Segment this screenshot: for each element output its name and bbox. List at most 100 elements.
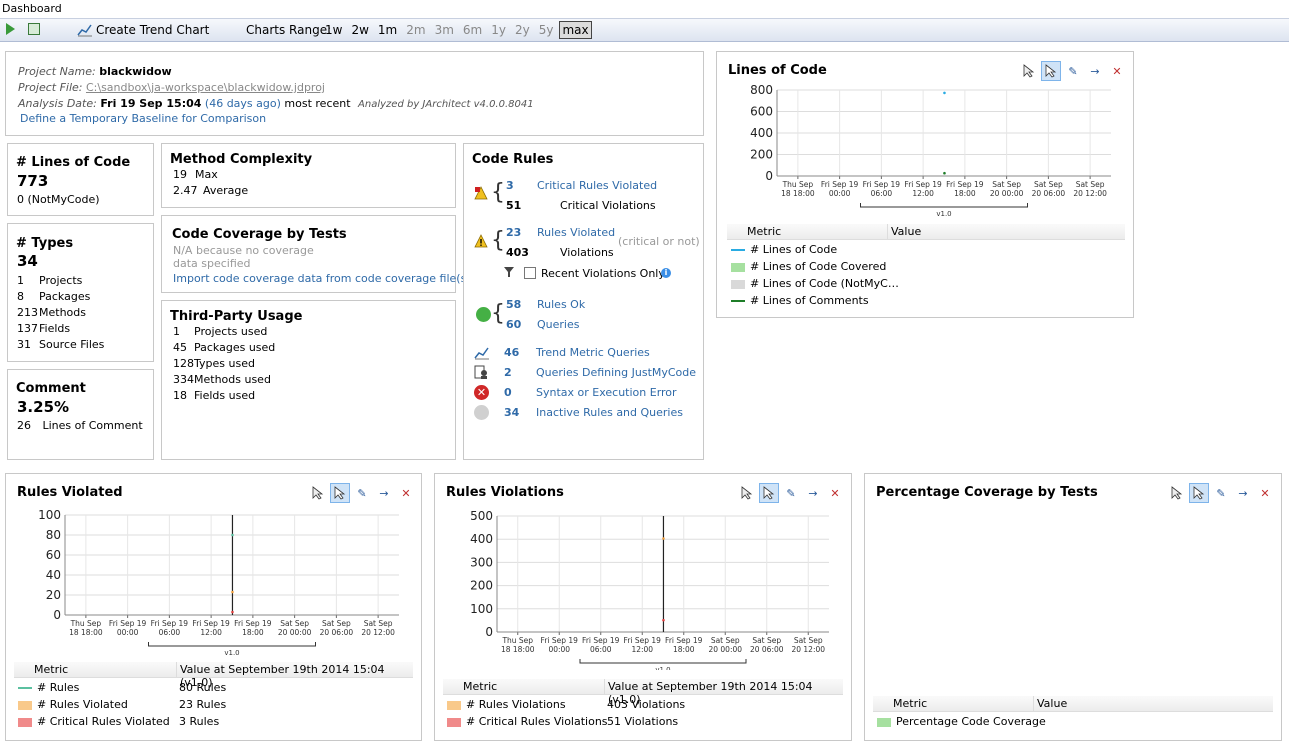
edit-icon[interactable]: ✎ — [352, 483, 372, 503]
range-button-1y[interactable]: 1y — [488, 21, 509, 39]
select-icon[interactable] — [330, 483, 350, 503]
range-button-max[interactable]: max — [559, 21, 592, 39]
arrow-right-icon[interactable]: → — [1233, 483, 1253, 503]
third-party-item-count: 334 — [173, 373, 194, 386]
method-complexity-title: Method Complexity — [170, 152, 313, 167]
edit-icon[interactable]: ✎ — [1063, 61, 1083, 81]
legend-value: 3 Rules — [179, 715, 220, 728]
range-button-1w[interactable]: 1w — [322, 21, 345, 39]
arrow-right-icon[interactable]: → — [1085, 61, 1105, 81]
inactive-link[interactable]: Inactive Rules and Queries — [536, 406, 683, 419]
pointer-icon[interactable] — [308, 483, 328, 503]
legend-name: Percentage Code Coverage — [896, 715, 1046, 728]
queries-count[interactable]: 60 — [506, 318, 521, 331]
play-icon[interactable] — [6, 23, 15, 35]
select-icon[interactable] — [759, 483, 779, 503]
x-tick-label-1: Fri Sep 19 — [904, 180, 942, 189]
x-tick-label-1: Fri Sep 19 — [234, 619, 272, 628]
analysis-date: Fri 19 Sep 15:04 — [100, 97, 202, 110]
types-list-item: 1 Projects — [17, 274, 104, 290]
rules-violated-link[interactable]: Rules Violated — [537, 226, 615, 239]
legend-header: Metric Value — [873, 696, 1273, 712]
select-icon[interactable] — [1041, 61, 1061, 81]
pointer-icon[interactable] — [737, 483, 757, 503]
arrow-right-icon[interactable]: → — [374, 483, 394, 503]
legend-swatch — [18, 717, 32, 727]
range-button-1m[interactable]: 1m — [375, 21, 400, 39]
recent-violations-checkbox[interactable] — [524, 267, 536, 279]
types-title: # Types — [16, 236, 74, 251]
critical-rules-count[interactable]: 3 — [506, 179, 514, 192]
third-party-panel: Third-Party Usage 1 Projects used 45 Packag… — [161, 300, 456, 460]
legend-name: # Rules — [37, 681, 80, 694]
critical-rules-link[interactable]: Critical Rules Violated — [537, 179, 657, 192]
x-tick-label-1: Sat Sep — [711, 636, 740, 645]
range-button-2y[interactable]: 2y — [512, 21, 533, 39]
third-party-item: 334Methods used — [173, 373, 275, 389]
error-icon: ✕ — [474, 385, 489, 400]
arrow-right-icon[interactable]: → — [803, 483, 823, 503]
syntax-error-link[interactable]: Syntax or Execution Error — [536, 386, 677, 399]
range-button-5y[interactable]: 5y — [536, 21, 557, 39]
create-trend-chart-button[interactable]: Create Trend Chart — [96, 23, 209, 37]
close-icon[interactable]: ✕ — [825, 483, 845, 503]
range-button-2w[interactable]: 2w — [348, 21, 371, 39]
legend-value: 23 Rules — [179, 698, 227, 711]
complexity-avg-label: Average — [203, 184, 249, 197]
legend-metric-header: Metric — [34, 663, 69, 676]
x-tick-label-1: Fri Sep 19 — [192, 619, 230, 628]
types-list: 1 Projects 8 Packages 213Methods 137Fields 31 S… — [17, 274, 104, 354]
x-tick-label-2: 18:00 — [954, 189, 976, 198]
refresh-icon[interactable] — [28, 23, 40, 35]
y-tick-label: 200 — [750, 148, 773, 162]
range-button-3m[interactable]: 3m — [432, 21, 457, 39]
range-button-6m[interactable]: 6m — [460, 21, 485, 39]
data-point — [943, 171, 946, 175]
legend-metric-header: Metric — [747, 225, 782, 238]
justmycode-count[interactable]: 2 — [504, 366, 512, 379]
info-icon[interactable]: i — [661, 268, 671, 278]
x-tick-label-1: Fri Sep 19 — [151, 619, 189, 628]
project-file-link[interactable]: C:\sandbox\ja-workspace\blackwidow.jdpro… — [86, 81, 325, 94]
rules-ok-link[interactable]: Rules Ok — [537, 298, 585, 311]
import-coverage-link[interactable]: Import code coverage data from code cove… — [173, 272, 471, 285]
close-icon[interactable]: ✕ — [1107, 61, 1127, 81]
data-point — [662, 537, 665, 540]
edit-icon[interactable]: ✎ — [1211, 483, 1231, 503]
third-party-item: 18 Fields used — [173, 389, 275, 405]
close-icon[interactable]: ✕ — [396, 483, 416, 503]
trend-metric-count[interactable]: 46 — [504, 346, 519, 359]
complexity-max-value: 19 — [173, 168, 187, 181]
trend-chart-icon[interactable] — [77, 23, 93, 40]
edit-icon[interactable]: ✎ — [781, 483, 801, 503]
justmycode-link[interactable]: Queries Defining JustMyCode — [536, 366, 696, 379]
pointer-icon[interactable] — [1019, 61, 1039, 81]
rules-violated-count[interactable]: 23 — [506, 226, 521, 239]
x-tick-label-2: 18:00 — [673, 645, 695, 654]
range-button-2m[interactable]: 2m — [403, 21, 428, 39]
trend-metric-link[interactable]: Trend Metric Queries — [536, 346, 650, 359]
define-baseline-link[interactable]: Define a Temporary Baseline for Comparis… — [20, 112, 266, 125]
rules-ok-count[interactable]: 58 — [506, 298, 521, 311]
legend-name: # Lines of Comments — [750, 294, 869, 307]
coverage-chart-panel: Percentage Coverage by Tests ✎ → ✕ Metric Val… — [864, 473, 1282, 741]
x-tick-label-2: 00:00 — [829, 189, 851, 198]
x-tick-label-1: Thu Sep — [501, 636, 533, 645]
lines-of-code-panel: # Lines of Code 773 0 (NotMyCode) — [7, 143, 154, 216]
queries-link[interactable]: Queries — [537, 318, 579, 331]
comment-panel: Comment 3.25% 26 Lines of Comment — [7, 369, 154, 460]
critical-violations-count: 51 — [506, 199, 522, 212]
rules-violated-chart-panel: Rules Violated ✎ → ✕ 0 20 40 60 80 100 Thu Sep 18 1… — [5, 473, 422, 741]
select-icon[interactable] — [1189, 483, 1209, 503]
syntax-error-count[interactable]: 0 — [504, 386, 512, 399]
close-icon[interactable]: ✕ — [1255, 483, 1275, 503]
project-file-label: Project File: — [18, 81, 83, 94]
x-tick-label-2: 12:00 — [200, 628, 222, 637]
pointer-icon[interactable] — [1167, 483, 1187, 503]
legend-swatch — [731, 300, 745, 302]
x-tick-label-2: 18:00 — [242, 628, 264, 637]
x-tick-label-2: 06:00 — [159, 628, 181, 637]
inactive-count[interactable]: 34 — [504, 406, 519, 419]
legend-name: # Lines of Code (NotMyC… — [750, 277, 899, 290]
chart-toolbar: ✎ → ✕ — [1019, 61, 1131, 83]
